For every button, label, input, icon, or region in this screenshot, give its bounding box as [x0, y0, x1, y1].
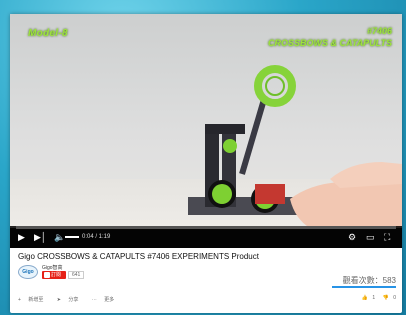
action-bar: + 新增至 ➤ 分享 ⋯ 更多	[18, 296, 126, 303]
thumbs-up-icon: 👍	[361, 295, 369, 301]
subscribe-button[interactable]: 訂閱	[42, 271, 66, 279]
thumbs-down-icon: 👎	[382, 295, 389, 301]
like-button[interactable]: 👍 1	[359, 295, 375, 301]
volume-icon[interactable]: 🔈	[54, 233, 65, 242]
view-count: 觀看次數：583	[342, 276, 396, 285]
miniplayer-icon[interactable]: ▭	[366, 233, 375, 242]
like-count: 1	[372, 295, 376, 301]
next-icon[interactable]: ▶│	[34, 233, 47, 242]
share-label: 分享	[68, 297, 79, 303]
video-info: Gigo CROSSBOWS & CATAPULTS #7406 EXPERIM…	[10, 248, 402, 313]
fullscreen-icon[interactable]: ⛶	[384, 233, 390, 242]
video-frame[interactable]: Model-8 #7406 CROSSBOWS & CATAPULTS	[10, 14, 402, 228]
settings-icon[interactable]: ⚙	[348, 233, 356, 242]
youtube-icon	[44, 272, 50, 278]
like-dislike-bar: 👍 1 👎 0	[356, 295, 396, 301]
player-controls: ▶ ▶│ 🔈 0:04 / 1:19 ⚙ ▭ ⛶	[10, 226, 402, 248]
progress-bar[interactable]	[16, 226, 396, 229]
dislike-count: 0	[393, 295, 396, 301]
subscribe-label: 訂閱	[51, 272, 62, 278]
share-icon: ➤	[56, 297, 61, 303]
likes-ratio-bar	[332, 286, 396, 288]
overlay-title-label: CROSSBOWS & CATAPULTS	[268, 38, 392, 48]
video-title: Gigo CROSSBOWS & CATAPULTS #7406 EXPERIM…	[18, 252, 259, 261]
video-card: Model-8 #7406 CROSSBOWS & CATAPULTS ▶ ▶│…	[10, 14, 402, 313]
more-icon: ⋯	[91, 297, 97, 303]
volume-slider[interactable]	[65, 236, 79, 238]
more-button[interactable]: ⋯ 更多	[92, 297, 120, 303]
more-label: 更多	[104, 297, 115, 303]
dislike-button[interactable]: 👎 0	[380, 295, 396, 301]
channel-avatar[interactable]: Gigo	[18, 265, 38, 279]
time-display: 0:04 / 1:19	[82, 234, 111, 240]
play-icon[interactable]: ▶	[18, 233, 25, 242]
add-to-label: 新增至	[28, 297, 44, 303]
product-code-label: #7406	[366, 26, 392, 36]
subscriber-count: 641	[68, 271, 85, 279]
model-label: Model-8	[28, 28, 68, 39]
channel-name[interactable]: Gigo智高	[42, 264, 63, 271]
video-player[interactable]: Model-8 #7406 CROSSBOWS & CATAPULTS ▶ ▶│…	[10, 14, 402, 248]
add-to-button[interactable]: + 新增至	[18, 297, 49, 303]
plus-icon: +	[18, 297, 21, 303]
share-button[interactable]: ➤ 分享	[57, 297, 85, 303]
